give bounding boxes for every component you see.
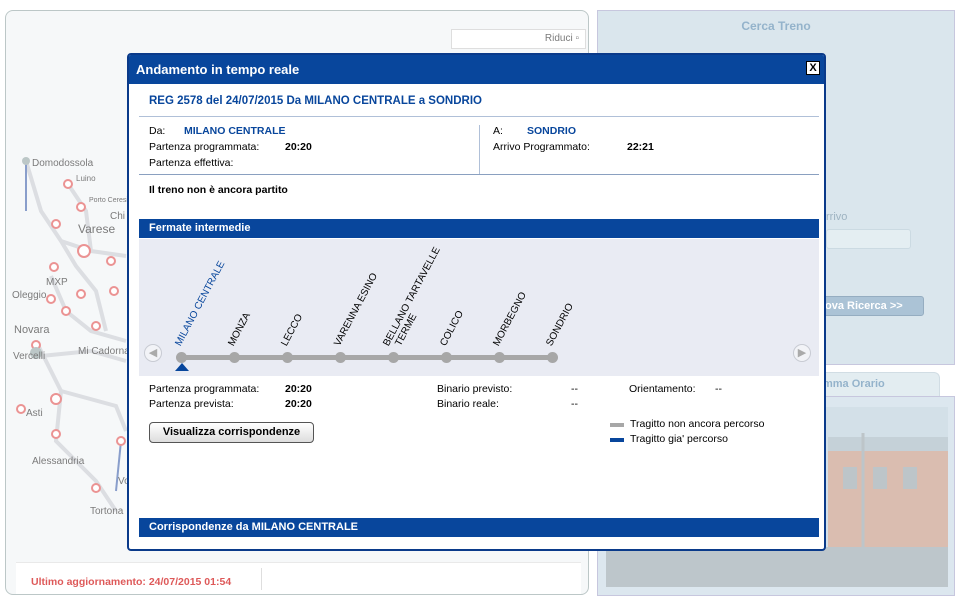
legend-swatch-non-percorso (610, 423, 624, 427)
partenza-programmata-value: 20:20 (285, 141, 312, 153)
stop-dot[interactable] (176, 352, 187, 363)
scroll-left-button[interactable]: ◀ (144, 344, 162, 362)
stop-label[interactable]: MONZA (226, 311, 253, 348)
stop-label[interactable]: VARENNA ESINO (332, 271, 380, 348)
partenza-effettiva-label: Partenza effettiva: (149, 157, 234, 169)
current-stop-marker (175, 363, 189, 371)
modal-title: Andamento in tempo reale (136, 62, 300, 77)
stop-dot[interactable] (547, 352, 558, 363)
partenza-programmata-label: Partenza programmata: (149, 141, 260, 153)
orientamento-label: Orientamento: (629, 383, 696, 395)
binario-previsto-value: -- (571, 383, 578, 395)
arrivo-programmato-label: Arrivo Programmato: (493, 141, 590, 153)
legend-swatch-percorso (610, 438, 624, 442)
train-status: Il treno non è ancora partito (149, 184, 288, 196)
stop-dot[interactable] (441, 352, 452, 363)
binario-reale-value: -- (571, 398, 578, 410)
a-value: SONDRIO (527, 125, 577, 137)
train-title: REG 2578 del 24/07/2015 Da MILANO CENTRA… (149, 95, 482, 107)
corrispondenze-header: Corrispondenze da MILANO CENTRALE (139, 518, 819, 537)
partenza-programmata-label: Partenza programmata: (149, 383, 260, 395)
orientamento-value: -- (715, 383, 722, 395)
stop-label[interactable]: MILANO CENTRALE (173, 259, 227, 348)
stop-label[interactable]: COLICO (438, 309, 466, 348)
divider (139, 174, 819, 175)
modal-header: Andamento in tempo reale X (129, 55, 824, 84)
stop-label[interactable]: BELLANO TARTAVELLE (381, 246, 442, 348)
arrivo-programmato-value: 22:21 (627, 141, 654, 153)
divider (139, 116, 819, 117)
andamento-modal: Andamento in tempo reale X REG 2578 del … (127, 53, 826, 551)
da-value: MILANO CENTRALE (184, 125, 286, 137)
stop-dot[interactable] (388, 352, 399, 363)
da-label: Da: (149, 125, 166, 137)
stop-label[interactable]: LECCO (279, 312, 305, 348)
visualizza-corrispondenze-button[interactable]: Visualizza corrispondenze (149, 422, 314, 443)
stop-dot[interactable] (335, 352, 346, 363)
fermate-intermedie-header: Fermate intermedie (139, 219, 819, 238)
stop-label[interactable]: MORBEGNO (491, 290, 529, 348)
binario-reale-label: Binario reale: (437, 398, 499, 410)
close-button[interactable]: X (806, 61, 820, 75)
partenza-prevista-label: Partenza prevista: (149, 398, 234, 410)
binario-previsto-label: Binario previsto: (437, 383, 513, 395)
stop-label[interactable]: SONDRIO (544, 302, 576, 348)
legend-percorso: Tragitto gia' percorso (630, 433, 728, 445)
partenza-prevista-value: 20:20 (285, 398, 312, 410)
a-label: A: (493, 125, 503, 137)
stop-dot[interactable] (229, 352, 240, 363)
scroll-right-button[interactable]: ▶ (793, 344, 811, 362)
divider (479, 125, 480, 175)
legend-non-percorso: Tragitto non ancora percorso (630, 418, 765, 430)
stop-dot[interactable] (282, 352, 293, 363)
stops-timeline: ◀ ▶ MILANO CENTRALE MONZA LECCO VARENNA … (139, 239, 819, 376)
stop-dot[interactable] (494, 352, 505, 363)
partenza-programmata-value: 20:20 (285, 383, 312, 395)
